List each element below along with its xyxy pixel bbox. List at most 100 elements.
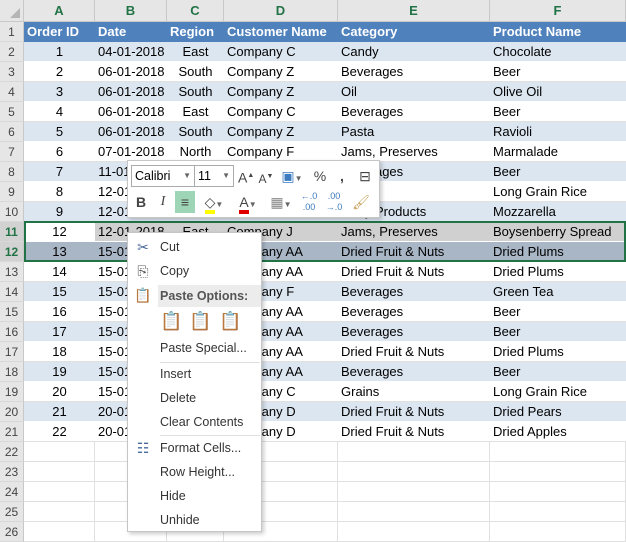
table-cell[interactable]: Jams, Preserves xyxy=(338,142,490,162)
table-cell[interactable]: 6 xyxy=(24,142,95,162)
select-all-corner[interactable] xyxy=(0,0,24,22)
table-cell[interactable]: 14 xyxy=(24,262,95,282)
bold-icon[interactable]: B xyxy=(133,191,149,213)
row-header[interactable]: 23 xyxy=(0,462,24,482)
table-cell[interactable]: Beer xyxy=(490,62,626,82)
column-title[interactable]: Category xyxy=(338,22,490,42)
table-cell[interactable]: Grains xyxy=(338,382,490,402)
table-cell[interactable]: Dried Fruit & Nuts xyxy=(338,262,490,282)
table-cell[interactable]: South xyxy=(167,62,224,82)
row-header[interactable]: 16 xyxy=(0,322,24,342)
menu-item-paste-special[interactable]: Paste Special... xyxy=(128,336,261,360)
row-header[interactable]: 7 xyxy=(0,142,24,162)
table-cell[interactable]: East xyxy=(167,102,224,122)
table-cell[interactable]: 06-01-2018 xyxy=(95,122,167,142)
empty-cell[interactable] xyxy=(338,462,490,482)
increase-decimal-icon[interactable]: ←.0.00 xyxy=(298,191,320,213)
menu-item-hide[interactable]: Hide xyxy=(128,484,261,508)
row-header[interactable]: 9 xyxy=(0,182,24,202)
table-cell[interactable]: Beverages xyxy=(338,362,490,382)
merge-center-icon[interactable]: ⊟ xyxy=(356,165,374,187)
table-cell[interactable]: Beer xyxy=(490,162,626,182)
table-cell[interactable]: 21 xyxy=(24,402,95,422)
decrease-font-icon[interactable]: A▼ xyxy=(258,166,274,188)
row-header[interactable]: 17 xyxy=(0,342,24,362)
column-header-e[interactable]: E xyxy=(338,0,490,22)
empty-cell[interactable] xyxy=(24,502,95,522)
table-cell[interactable]: 1 xyxy=(24,42,95,62)
paste-formatting-icon[interactable]: 📋 xyxy=(189,311,211,335)
table-cell[interactable]: 5 xyxy=(24,122,95,142)
table-cell[interactable]: Dried Pears xyxy=(490,402,626,422)
decrease-decimal-icon[interactable]: .00 →.0 xyxy=(323,191,345,213)
empty-cell[interactable] xyxy=(24,522,95,542)
table-cell[interactable]: 22 xyxy=(24,422,95,442)
table-cell[interactable]: Company C xyxy=(224,102,338,122)
menu-item-clear-contents[interactable]: Clear Contents xyxy=(128,410,261,434)
row-header[interactable]: 13 xyxy=(0,262,24,282)
table-cell[interactable]: Pasta xyxy=(338,122,490,142)
column-title[interactable]: Product Name xyxy=(490,22,626,42)
row-header[interactable]: 19 xyxy=(0,382,24,402)
table-cell[interactable]: 06-01-2018 xyxy=(95,82,167,102)
row-header[interactable]: 25 xyxy=(0,502,24,522)
table-cell[interactable]: Company C xyxy=(224,42,338,62)
table-cell[interactable]: Dried Plums xyxy=(490,342,626,362)
table-cell[interactable]: 07-01-2018 xyxy=(95,142,167,162)
menu-item-cut[interactable]: ✂ Cut xyxy=(128,235,261,259)
row-header[interactable]: 12 xyxy=(0,242,24,262)
font-color-icon[interactable]: A▼ xyxy=(232,191,264,214)
table-cell[interactable]: Olive Oil xyxy=(490,82,626,102)
fill-color-icon[interactable]: ◇▼ xyxy=(198,191,230,214)
table-cell[interactable]: Beverages xyxy=(338,302,490,322)
table-cell[interactable]: 2 xyxy=(24,62,95,82)
table-cell[interactable]: Beverages xyxy=(338,322,490,342)
table-cell[interactable]: Company Z xyxy=(224,82,338,102)
column-header-d[interactable]: D xyxy=(224,0,338,22)
empty-cell[interactable] xyxy=(490,462,626,482)
row-header[interactable]: 10 xyxy=(0,202,24,222)
comma-style-icon[interactable]: , xyxy=(335,165,349,187)
table-cell[interactable]: Ravioli xyxy=(490,122,626,142)
empty-cell[interactable] xyxy=(338,482,490,502)
row-header[interactable]: 1 xyxy=(0,22,24,42)
empty-cell[interactable] xyxy=(490,502,626,522)
menu-item-unhide[interactable]: Unhide xyxy=(128,508,261,532)
table-cell[interactable]: Dried Apples xyxy=(490,422,626,442)
column-title[interactable]: Order ID xyxy=(24,22,95,42)
column-title[interactable]: Customer Name xyxy=(224,22,338,42)
table-cell[interactable]: Beverages xyxy=(338,62,490,82)
menu-item-copy[interactable]: ⎘ Copy xyxy=(128,259,261,283)
table-cell[interactable]: Oil xyxy=(338,82,490,102)
borders-icon[interactable]: ▦▼ xyxy=(266,191,296,213)
row-header[interactable]: 3 xyxy=(0,62,24,82)
table-cell[interactable]: 8 xyxy=(24,182,95,202)
table-cell[interactable]: Beer xyxy=(490,102,626,122)
column-header-b[interactable]: B xyxy=(95,0,167,22)
font-size-box[interactable]: 11 ▼ xyxy=(194,165,234,187)
row-header[interactable]: 26 xyxy=(0,522,24,542)
table-cell[interactable]: Beverages xyxy=(338,102,490,122)
font-name-box[interactable]: Calibri ▼ xyxy=(131,165,195,187)
row-header[interactable]: 21 xyxy=(0,422,24,442)
menu-item-delete[interactable]: Delete xyxy=(128,386,261,410)
row-header[interactable]: 8 xyxy=(0,162,24,182)
table-cell[interactable]: Long Grain Rice xyxy=(490,182,626,202)
table-cell[interactable]: Green Tea xyxy=(490,282,626,302)
empty-cell[interactable] xyxy=(338,502,490,522)
row-header[interactable]: 20 xyxy=(0,402,24,422)
table-cell[interactable]: 16 xyxy=(24,302,95,322)
column-header-a[interactable]: A xyxy=(24,0,95,22)
table-cell[interactable]: 4 xyxy=(24,102,95,122)
table-cell[interactable]: Marmalade xyxy=(490,142,626,162)
paste-picture-icon[interactable]: 📋 xyxy=(219,311,241,335)
empty-cell[interactable] xyxy=(490,442,626,462)
empty-cell[interactable] xyxy=(24,482,95,502)
row-header[interactable]: 24 xyxy=(0,482,24,502)
percent-icon[interactable]: % xyxy=(311,165,329,187)
row-header[interactable]: 4 xyxy=(0,82,24,102)
table-cell[interactable]: Beer xyxy=(490,322,626,342)
table-cell[interactable]: Dried Fruit & Nuts xyxy=(338,402,490,422)
empty-cell[interactable] xyxy=(338,442,490,462)
table-cell[interactable]: North xyxy=(167,142,224,162)
